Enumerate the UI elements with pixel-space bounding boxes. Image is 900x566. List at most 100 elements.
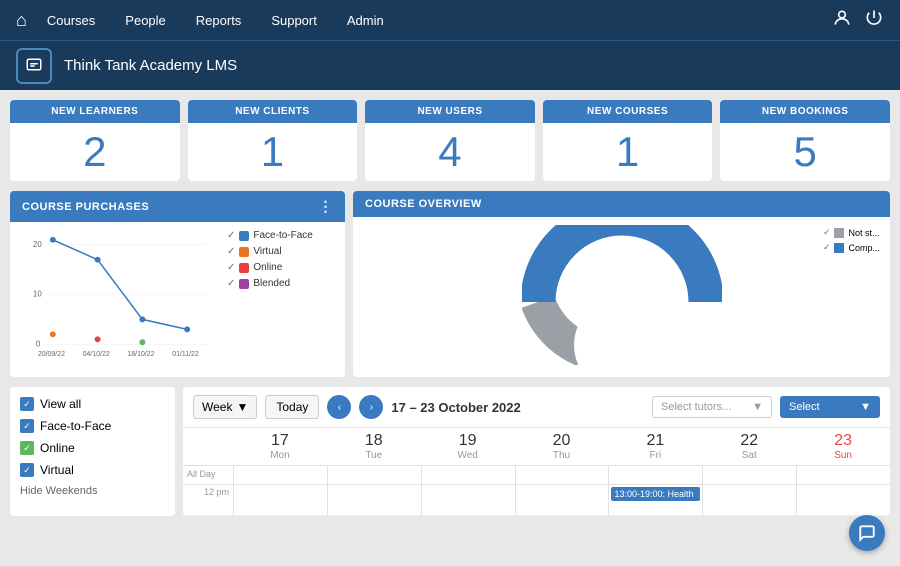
calendar-main: Week ▼ Today ‹ › 17 – 23 October 2022 Se…: [183, 387, 890, 516]
course-overview-card: COURSE OVERVIEW ✓ Not st... ✓ Comp...: [353, 191, 890, 377]
legend-label-not-started: Not st...: [848, 228, 879, 238]
allday-cell-thu: [515, 466, 609, 484]
legend-color-dot: [239, 279, 249, 289]
cell-mon: [233, 485, 327, 515]
day-label-tue: Tue: [331, 450, 417, 461]
purchases-header: COURSE PURCHASES ⋮: [10, 191, 345, 222]
filter-virtual[interactable]: ✓ Virtual: [20, 463, 165, 477]
health-event[interactable]: 13:00-19:00: Health: [611, 487, 700, 501]
nav-courses[interactable]: Courses: [47, 13, 95, 28]
week-select-dropdown[interactable]: Week ▼: [193, 395, 257, 419]
today-button[interactable]: Today: [265, 395, 319, 419]
filter-label-online: Online: [40, 441, 75, 455]
stat-label-clients: NEW CLIENTS: [188, 100, 358, 123]
purchases-menu-icon[interactable]: ⋮: [319, 198, 334, 215]
stat-new-clients: NEW CLIENTS 1: [188, 100, 358, 181]
user-icon[interactable]: [832, 8, 852, 33]
filter-check-virtual[interactable]: ✓: [20, 463, 34, 477]
legend-check-icon: ✓: [227, 230, 235, 241]
home-icon[interactable]: ⌂: [16, 10, 27, 31]
legend-label-completed: Comp...: [848, 243, 880, 253]
filter-label-virtual: Virtual: [40, 463, 74, 477]
allday-cell-wed: [421, 466, 515, 484]
header-bar: Think Tank Academy LMS: [0, 40, 900, 90]
day-num-22: 22: [706, 432, 792, 450]
legend-color-dot: [239, 231, 249, 241]
filter-label-face: Face-to-Face: [40, 419, 111, 433]
nav-reports[interactable]: Reports: [196, 13, 242, 28]
time-column-header: [183, 428, 233, 465]
day-num-21: 21: [612, 432, 698, 450]
company-dropdown-arrow: ▼: [860, 401, 871, 413]
day-label-fri: Fri: [612, 450, 698, 461]
stat-new-learners: NEW LEARNERS 2: [10, 100, 180, 181]
cell-wed: [421, 485, 515, 515]
stat-label-courses: NEW COURSES: [543, 100, 713, 123]
calendar-sidebar: ✓ View all ✓ Face-to-Face ✓ Online ✓ Vir…: [10, 387, 175, 516]
legend-check-icon: ✓: [227, 246, 235, 257]
day-num-18: 18: [331, 432, 417, 450]
app-title: Think Tank Academy LMS: [64, 57, 237, 74]
legend-color-not-started: [834, 228, 844, 238]
stat-value-learners: 2: [10, 123, 180, 181]
filter-check-face[interactable]: ✓: [20, 419, 34, 433]
svg-text:0: 0: [36, 339, 41, 348]
stat-label-bookings: NEW BOOKINGS: [720, 100, 890, 123]
main-content: NEW LEARNERS 2 NEW CLIENTS 1 NEW USERS 4…: [0, 90, 900, 526]
nav-support[interactable]: Support: [271, 13, 317, 28]
stat-new-users: NEW USERS 4: [365, 100, 535, 181]
legend-label-face: Face-to-Face: [253, 230, 312, 241]
legend-virtual: ✓ Virtual: [227, 246, 337, 257]
day-header-wed: 19 Wed: [421, 428, 515, 465]
prev-arrow[interactable]: ‹: [327, 395, 351, 419]
day-header-thu: 20 Thu: [515, 428, 609, 465]
stats-row: NEW LEARNERS 2 NEW CLIENTS 1 NEW USERS 4…: [10, 100, 890, 181]
overview-header: COURSE OVERVIEW: [353, 191, 890, 217]
legend-online: ✓ Online: [227, 262, 337, 273]
event-time: 13:00-19:00:: [614, 489, 665, 499]
stat-new-bookings: NEW BOOKINGS 5: [720, 100, 890, 181]
calendar-toolbar: Week ▼ Today ‹ › 17 – 23 October 2022 Se…: [183, 387, 890, 428]
cell-thu: [515, 485, 609, 515]
filter-check-online[interactable]: ✓: [20, 441, 34, 455]
tutor-select-dropdown[interactable]: Select tutors... ▼: [652, 396, 772, 418]
charts-row: COURSE PURCHASES ⋮ 20 10 0: [10, 191, 890, 377]
filter-online[interactable]: ✓ Online: [20, 441, 165, 455]
company-placeholder: Select: [789, 401, 820, 413]
company-select-dropdown[interactable]: Select ▼: [780, 396, 880, 418]
filter-face-to-face[interactable]: ✓ Face-to-Face: [20, 419, 165, 433]
legend-color-dot: [239, 263, 249, 273]
power-icon[interactable]: [864, 8, 884, 33]
chat-icon[interactable]: [16, 48, 52, 84]
hide-weekends-link[interactable]: Hide Weekends: [20, 485, 165, 497]
view-all-checkbox[interactable]: ✓: [20, 397, 34, 411]
view-all-filter[interactable]: ✓ View all: [20, 397, 165, 411]
day-header-sun: 23 Sun: [796, 428, 890, 465]
legend-check-icon: ✓: [227, 262, 235, 273]
tutor-dropdown-arrow: ▼: [752, 401, 763, 413]
overview-body: ✓ Not st... ✓ Comp...: [353, 217, 890, 372]
nav-right-icons: [832, 8, 884, 33]
chat-bubble-button[interactable]: [849, 515, 885, 551]
nav-people[interactable]: People: [125, 13, 165, 28]
next-arrow[interactable]: ›: [359, 395, 383, 419]
calendar-cells: 13:00-19:00: Health: [233, 485, 890, 515]
cell-tue: [327, 485, 421, 515]
nav-admin[interactable]: Admin: [347, 13, 384, 28]
day-label-thu: Thu: [519, 450, 605, 461]
day-header-fri: 21 Fri: [608, 428, 702, 465]
allday-label: All Day: [183, 466, 233, 484]
day-num-17: 17: [237, 432, 323, 450]
stat-value-courses: 1: [543, 123, 713, 181]
allday-cell-tue: [327, 466, 421, 484]
legend-check-icon: ✓: [227, 278, 235, 289]
week-label: Week: [202, 400, 232, 414]
allday-cell-sat: [702, 466, 796, 484]
legend-label-virtual: Virtual: [253, 246, 281, 257]
view-all-label: View all: [40, 397, 81, 411]
event-label: Health: [668, 489, 694, 499]
day-label-sat: Sat: [706, 450, 792, 461]
tutor-placeholder: Select tutors...: [661, 401, 731, 413]
cell-sat: [702, 485, 796, 515]
time-label-12pm: 12 pm: [183, 485, 233, 515]
